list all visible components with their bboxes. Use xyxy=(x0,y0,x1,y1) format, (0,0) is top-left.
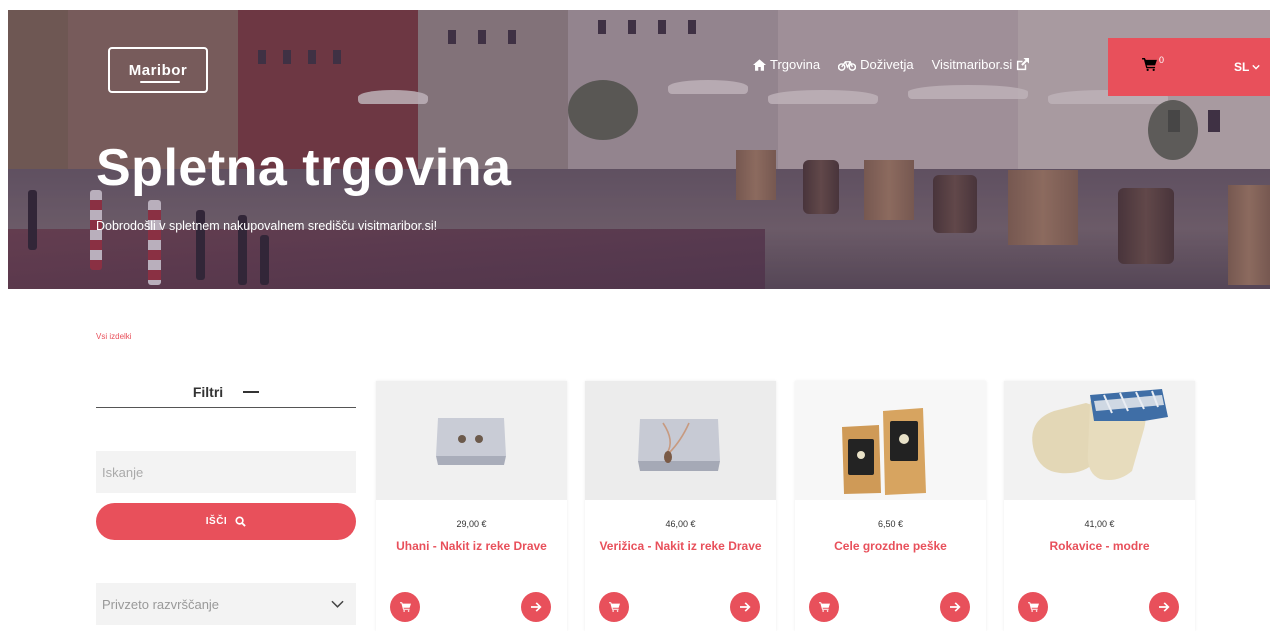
grape-seeds-bags-image xyxy=(795,381,986,500)
collapse-icon xyxy=(243,390,260,393)
bicycle-icon xyxy=(838,60,857,71)
sort-value: Privzeto razvrščanje xyxy=(102,596,220,612)
cart-button[interactable]: 0 xyxy=(1142,55,1165,71)
search-icon xyxy=(235,516,246,527)
cart-icon xyxy=(818,602,830,612)
add-to-cart-button[interactable] xyxy=(1018,592,1048,622)
arrow-right-icon xyxy=(530,602,542,612)
external-link-icon xyxy=(1017,58,1030,71)
cart-icon xyxy=(1027,602,1039,612)
arrow-right-icon xyxy=(1158,602,1170,612)
add-to-cart-button[interactable] xyxy=(390,592,420,622)
cart-icon xyxy=(608,602,620,612)
view-product-button[interactable] xyxy=(730,592,760,622)
nav-item-trgovina[interactable]: Trgovina xyxy=(753,57,820,72)
chevron-down-icon xyxy=(331,600,344,608)
add-to-cart-button[interactable] xyxy=(809,592,839,622)
logo-text: Maribor xyxy=(128,61,188,79)
filters-toggle[interactable]: Filtri xyxy=(96,382,356,408)
nav-item-label: Visitmaribor.si xyxy=(931,57,1013,72)
nav-item-visitmaribor[interactable]: Visitmaribor.si xyxy=(932,57,1030,72)
language-label: SL xyxy=(1234,60,1250,74)
view-product-button[interactable] xyxy=(1149,592,1179,622)
language-selector[interactable]: SL xyxy=(1234,60,1261,74)
nav-item-dozivetja[interactable]: Doživetja xyxy=(838,57,914,72)
nav-item-label: Trgovina xyxy=(770,57,821,72)
nav-item-label: Doživetja xyxy=(860,57,914,72)
product-name[interactable]: Rokavice - modre xyxy=(1018,536,1181,556)
product-card: 6,50 € Cele grozdne peške xyxy=(795,381,986,631)
product-image[interactable] xyxy=(376,381,567,500)
search-button[interactable]: IŠČI xyxy=(96,503,356,540)
page: Maribor Trgovina Doživetja Visitmaribor.… xyxy=(8,10,1270,631)
product-card: 29,00 € Uhani - Nakit iz reke Drave xyxy=(376,381,567,631)
product-name[interactable]: Uhani - Nakit iz reke Drave xyxy=(390,536,553,556)
hero-subtitle: Dobrodošli v spletnem nakupovalnem sredi… xyxy=(96,219,438,233)
chevron-down-icon xyxy=(1252,64,1261,70)
add-to-cart-button[interactable] xyxy=(599,592,629,622)
main-nav: Trgovina Doživetja Visitmaribor.si xyxy=(753,57,1030,72)
view-product-button[interactable] xyxy=(521,592,551,622)
hero-banner: Maribor Trgovina Doživetja Visitmaribor.… xyxy=(8,10,1270,289)
search-input[interactable] xyxy=(96,451,356,493)
hero-title: Spletna trgovina xyxy=(96,139,512,197)
header-cart-area: 0 SL xyxy=(1108,38,1270,96)
product-name[interactable]: Cele grozdne peške xyxy=(809,536,972,556)
product-image[interactable] xyxy=(1004,381,1195,500)
product-image[interactable] xyxy=(795,381,986,500)
necklace-box-image xyxy=(585,381,776,500)
earrings-box-image xyxy=(376,381,567,500)
sort-select[interactable]: Privzeto razvrščanje xyxy=(96,583,356,625)
site-logo[interactable]: Maribor xyxy=(108,47,208,93)
product-card: 41,00 € Rokavice - modre xyxy=(1004,381,1195,631)
product-card: 46,00 € Verižica - Nakit iz reke Drave xyxy=(585,381,776,631)
product-price: 41,00 € xyxy=(1084,519,1115,529)
view-product-button[interactable] xyxy=(940,592,970,622)
product-price: 29,00 € xyxy=(456,519,487,529)
product-price: 46,00 € xyxy=(665,519,696,529)
arrow-right-icon xyxy=(949,602,961,612)
product-name[interactable]: Verižica - Nakit iz reke Drave xyxy=(599,536,762,556)
breadcrumb-all-products[interactable]: Vsi izdelki xyxy=(96,332,132,341)
cart-count: 0 xyxy=(1159,55,1165,65)
cart-icon xyxy=(399,602,411,612)
search-button-label: IŠČI xyxy=(205,516,228,527)
home-icon xyxy=(753,58,766,71)
product-price: 6,50 € xyxy=(877,519,904,529)
product-image[interactable] xyxy=(585,381,776,500)
arrow-right-icon xyxy=(739,602,751,612)
cart-icon xyxy=(1142,58,1157,71)
filters-title: Filtri xyxy=(192,383,224,400)
gloves-image xyxy=(1004,381,1195,500)
